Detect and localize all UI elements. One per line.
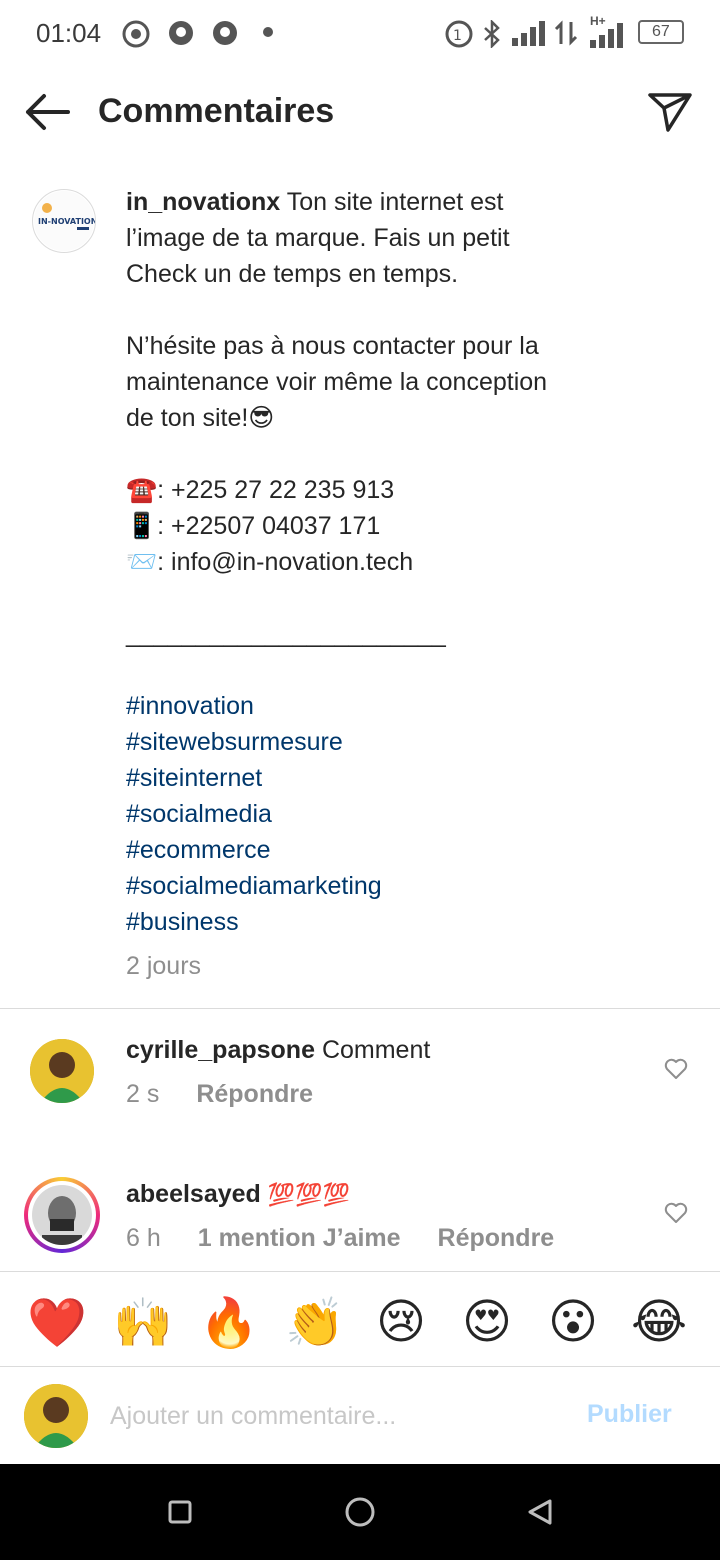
caption-text-line: Ton site internet est bbox=[286, 188, 504, 216]
notification-icon bbox=[213, 21, 237, 45]
back-nav-icon[interactable] bbox=[526, 1498, 554, 1526]
hashtag-link[interactable]: #sitewebsurmesure bbox=[126, 724, 646, 760]
svg-text:1: 1 bbox=[453, 28, 462, 44]
comment-meta: 2 s Répondre bbox=[126, 1080, 313, 1109]
quick-reactions-bar: ❤️ 🙌 🔥 👏 😢 😍 😮 😂 bbox=[0, 1272, 720, 1366]
caption-text-line: de ton site!😎 bbox=[126, 404, 275, 432]
comment-body: cyrille_papsone Comment bbox=[126, 1036, 430, 1065]
reaction-surprised-emoji[interactable]: 😮 bbox=[543, 1292, 603, 1352]
bluetooth-icon bbox=[484, 20, 500, 48]
battery-level: 67 bbox=[652, 23, 670, 40]
status-time: 01:04 bbox=[36, 18, 102, 48]
signal-hplus-icon: H+ bbox=[588, 14, 628, 48]
hashtag-link[interactable]: #siteinternet bbox=[126, 760, 646, 796]
battery-icon: 67 bbox=[638, 20, 684, 44]
comment-time: 6 h bbox=[126, 1224, 161, 1252]
header: Commentaires bbox=[0, 66, 720, 158]
caption-email-line: 📨: info@in-novation.tech bbox=[126, 548, 414, 576]
user-photo-icon bbox=[32, 1185, 92, 1245]
chrome-icon bbox=[122, 20, 150, 48]
caption-phone-line: ☎️: +225 27 22 235 913 bbox=[126, 476, 395, 504]
like-heart-icon[interactable] bbox=[664, 1058, 688, 1080]
comment-text: Comment bbox=[321, 1036, 431, 1064]
reaction-heart-emoji[interactable]: ❤️ bbox=[27, 1292, 87, 1352]
comment-time: 2 s bbox=[126, 1080, 160, 1108]
reaction-heart-eyes-emoji[interactable]: 😍 bbox=[457, 1292, 517, 1352]
sim-icon: 1 bbox=[445, 20, 473, 48]
hashtag-link[interactable]: #socialmediamarketing bbox=[126, 868, 646, 904]
comment-text: 💯💯💯 bbox=[267, 1183, 350, 1208]
reaction-raising-hands-emoji[interactable]: 🙌 bbox=[113, 1292, 173, 1352]
more-notifications-icon bbox=[263, 27, 273, 37]
reply-button[interactable]: Répondre bbox=[196, 1080, 313, 1108]
user-photo-icon bbox=[30, 1039, 94, 1103]
in-novation-logo: IN-NOVATION bbox=[34, 191, 95, 251]
status-bar: 01:04 1 H+ 67 bbox=[0, 0, 720, 66]
like-heart-icon[interactable] bbox=[664, 1202, 688, 1224]
reaction-fire-emoji[interactable]: 🔥 bbox=[199, 1292, 259, 1352]
user-photo-icon bbox=[24, 1384, 88, 1448]
commenter-avatar[interactable] bbox=[30, 1039, 94, 1103]
hashtag-link[interactable]: #innovation bbox=[126, 688, 646, 724]
comment-input[interactable]: Ajouter un commentaire... bbox=[110, 1402, 396, 1431]
comment-username[interactable]: abeelsayed bbox=[126, 1180, 261, 1208]
caption-text-line: Check un de temps en temps. bbox=[126, 260, 459, 288]
publish-button[interactable]: Publier bbox=[587, 1400, 672, 1429]
reply-button[interactable]: Répondre bbox=[438, 1224, 555, 1252]
back-arrow-icon[interactable] bbox=[22, 92, 72, 132]
notification-icon bbox=[169, 21, 193, 45]
likes-count-link[interactable]: 1 mention J’aime bbox=[198, 1224, 401, 1252]
author-avatar[interactable]: IN-NOVATION bbox=[32, 189, 96, 253]
divider bbox=[0, 1008, 720, 1009]
reaction-laughing-emoji[interactable]: 😂 bbox=[629, 1292, 689, 1352]
commenter-avatar-story-ring[interactable] bbox=[24, 1177, 100, 1253]
page-title: Commentaires bbox=[98, 92, 335, 130]
data-transfer-icon bbox=[554, 20, 578, 46]
comment-body: abeelsayed 💯💯💯 bbox=[126, 1180, 350, 1209]
comment-username[interactable]: cyrille_papsone bbox=[126, 1036, 315, 1064]
post-caption: in_novationx Ton site internet est l’ima… bbox=[126, 184, 646, 984]
send-direct-icon[interactable] bbox=[646, 90, 694, 134]
caption-text-line: maintenance voir même la conception bbox=[126, 368, 548, 396]
caption-text-line: N’hésite pas à nous contacter pour la bbox=[126, 332, 539, 360]
signal-icon bbox=[512, 21, 545, 46]
hashtag-link[interactable]: #ecommerce bbox=[126, 832, 646, 868]
caption-text-line: l’image de ta marque. Fais un petit bbox=[126, 224, 510, 252]
comment-composer: Ajouter un commentaire... Publier bbox=[0, 1367, 720, 1465]
comment-meta: 6 h 1 mention J’aime Répondre bbox=[126, 1224, 554, 1253]
caption-username[interactable]: in_novationx bbox=[126, 188, 280, 216]
caption-mobile-line: 📱: +22507 04037 171 bbox=[126, 512, 381, 540]
home-icon[interactable] bbox=[344, 1496, 376, 1528]
caption-separator: _______________________ bbox=[126, 620, 446, 648]
hashtag-link[interactable]: #socialmedia bbox=[126, 796, 646, 832]
current-user-avatar bbox=[24, 1384, 88, 1448]
reaction-clapping-emoji[interactable]: 👏 bbox=[285, 1292, 345, 1352]
system-navigation-bar bbox=[0, 1464, 720, 1560]
hashtag-link[interactable]: #business bbox=[126, 904, 646, 940]
svg-text:IN-NOVATION: IN-NOVATION bbox=[38, 217, 95, 226]
recent-apps-icon[interactable] bbox=[168, 1500, 192, 1524]
caption-timestamp: 2 jours bbox=[126, 952, 202, 980]
reaction-crying-emoji[interactable]: 😢 bbox=[371, 1292, 431, 1352]
